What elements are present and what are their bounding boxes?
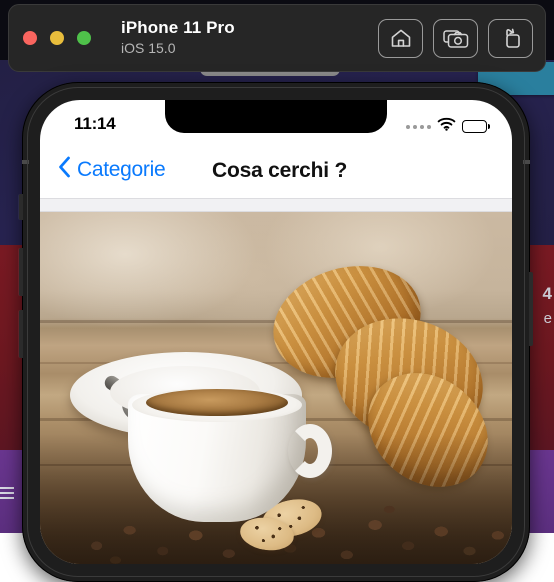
silent-switch[interactable] (19, 194, 23, 220)
saucer (70, 352, 302, 438)
screenshot-button[interactable] (433, 19, 478, 58)
home-button[interactable] (378, 19, 423, 58)
iphone-device-frame: 11:14 (22, 82, 530, 582)
cellular-signal-icon (406, 125, 431, 129)
window-subtitle: iOS 15.0 (121, 39, 235, 58)
window-title-block: iPhone 11 Pro iOS 15.0 (121, 17, 235, 58)
navigation-bar: Categorie Cosa cerchi ? (40, 148, 512, 198)
battery-icon (462, 120, 490, 133)
navigation-bar-separator (40, 198, 512, 212)
antenna-band-right (523, 160, 530, 164)
background-text-fragment-1: 4 (543, 284, 552, 304)
coffee-liquid (146, 389, 288, 416)
rotate-icon (500, 28, 522, 49)
coffee-croissant-photo[interactable] (40, 212, 512, 564)
antenna-band-left (22, 160, 29, 164)
chevron-left-icon (58, 156, 71, 183)
simulator-title-bar: iPhone 11 Pro iOS 15.0 (8, 4, 546, 72)
screenshot-icon (443, 29, 469, 49)
background-window-lines (0, 487, 14, 503)
zoom-button[interactable] (77, 31, 91, 45)
status-bar-indicators (406, 117, 490, 136)
power-button[interactable] (529, 272, 533, 346)
wifi-icon (437, 117, 456, 136)
volume-down-button[interactable] (19, 310, 23, 358)
background-text-fragment-2: e (544, 310, 552, 327)
rotate-button[interactable] (488, 19, 533, 58)
display-notch (165, 100, 387, 133)
status-bar-clock: 11:14 (74, 114, 116, 134)
page-title: Cosa cerchi ? (212, 159, 347, 183)
back-button-label: Categorie (77, 158, 165, 182)
simulator-toolbar (378, 19, 533, 58)
close-button[interactable] (23, 31, 37, 45)
cup-handle (288, 424, 332, 478)
content-area (40, 212, 512, 564)
iphone-screen: 11:14 (40, 100, 512, 564)
cup-rim (132, 388, 302, 422)
back-button[interactable]: Categorie (58, 156, 165, 183)
minimize-button[interactable] (50, 31, 64, 45)
window-controls (23, 31, 91, 45)
home-icon (390, 28, 412, 49)
volume-up-button[interactable] (19, 248, 23, 296)
window-title: iPhone 11 Pro (121, 17, 235, 39)
